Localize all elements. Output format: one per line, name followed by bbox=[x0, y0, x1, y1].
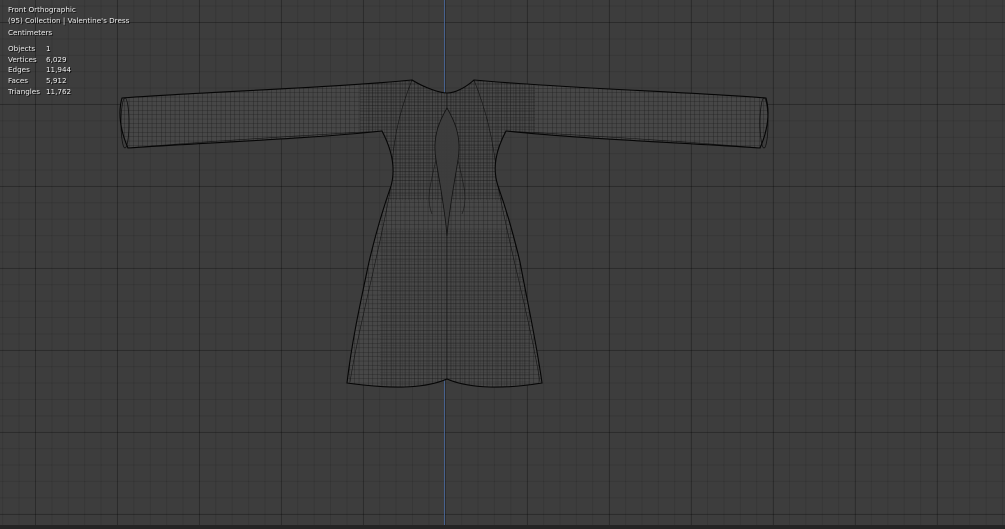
stat-label: Edges bbox=[8, 65, 30, 75]
viewport-bottom-edge bbox=[0, 525, 1005, 529]
stat-value: 6,029 bbox=[45, 54, 67, 64]
view-name: Front Orthographic bbox=[8, 5, 76, 14]
scene-statistics: Objects 1 Vertices 6,029 Edges 11,944 Fa… bbox=[8, 44, 71, 98]
viewport-info-overlay: Front Orthographic (95) Collection | Val… bbox=[8, 4, 129, 98]
stat-value: 11,944 bbox=[45, 65, 72, 75]
stat-row-triangles: Triangles 11,762 bbox=[8, 87, 71, 98]
stat-label: Objects bbox=[8, 43, 36, 53]
collection-info: (95) Collection | Valentine's Dress bbox=[8, 16, 130, 26]
stat-value: 1 bbox=[45, 43, 51, 53]
stat-row-vertices: Vertices 6,029 bbox=[8, 55, 71, 66]
stat-value: 11,762 bbox=[45, 87, 72, 97]
units-label: Centimeters bbox=[8, 27, 53, 37]
stat-label: Faces bbox=[8, 76, 28, 86]
stat-row-objects: Objects 1 bbox=[8, 44, 71, 55]
stat-row-edges: Edges 11,944 bbox=[8, 65, 71, 76]
stat-label: Triangles bbox=[8, 87, 40, 97]
3d-viewport[interactable]: Front Orthographic (95) Collection | Val… bbox=[0, 0, 1005, 529]
stat-value: 5,912 bbox=[45, 76, 67, 86]
dress-wireframe-mesh[interactable] bbox=[0, 0, 1005, 529]
stat-label: Vertices bbox=[8, 54, 37, 64]
stat-row-faces: Faces 5,912 bbox=[8, 76, 71, 87]
